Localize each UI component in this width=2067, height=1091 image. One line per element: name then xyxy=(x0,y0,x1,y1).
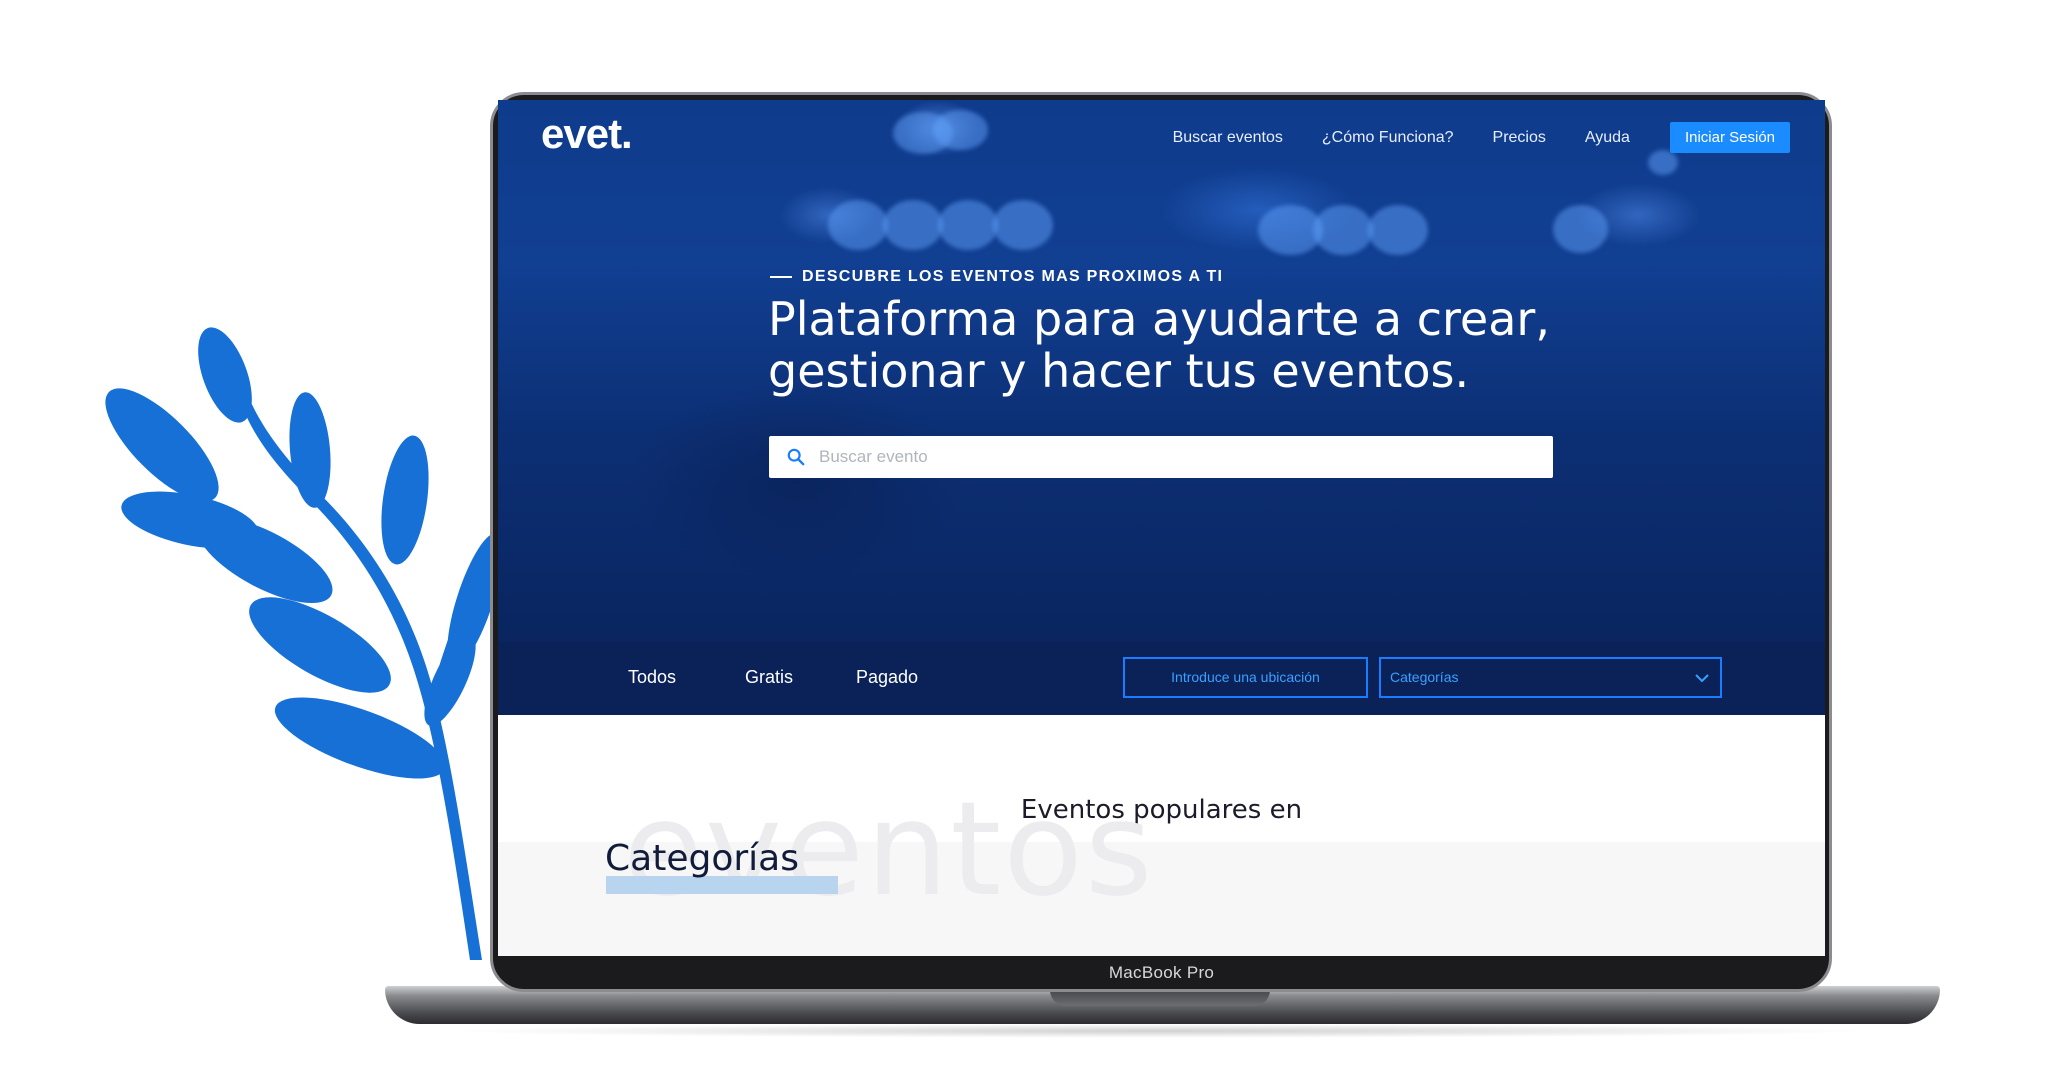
tab-gratis[interactable]: Gratis xyxy=(745,667,793,688)
bokeh-light xyxy=(828,200,888,250)
login-button[interactable]: Iniciar Sesión xyxy=(1669,122,1790,153)
bokeh-light xyxy=(1648,150,1678,175)
device-label: MacBook Pro xyxy=(1108,963,1215,982)
top-nav: Buscar eventos ¿Cómo Funciona? Precios A… xyxy=(1134,122,1790,153)
nav-buscar-eventos[interactable]: Buscar eventos xyxy=(1173,129,1283,147)
bokeh-light xyxy=(1313,205,1373,255)
search-icon xyxy=(787,448,805,466)
kicker-dash xyxy=(770,276,792,278)
headline-line-1: Plataforma para ayudarte a crear, xyxy=(768,292,1550,346)
bokeh-light xyxy=(1553,205,1608,253)
hero-headline: Plataforma para ayudarte a crear, gestio… xyxy=(768,293,1588,397)
laptop-screen: evet. Buscar eventos ¿Cómo Funciona? Pre… xyxy=(498,100,1825,956)
category-select[interactable]: Categorías xyxy=(1379,657,1722,698)
categories-title: Categorías xyxy=(605,838,799,879)
headline-line-2: gestionar y hacer tus eventos. xyxy=(768,344,1470,398)
hero-kicker: DESCUBRE LOS EVENTOS MAS PROXIMOS A TI xyxy=(770,268,1223,286)
location-button[interactable]: Introduce una ubicación xyxy=(1123,657,1368,698)
laptop-shadow xyxy=(440,1024,1880,1038)
chevron-down-icon xyxy=(1695,674,1709,683)
nav-como-funciona[interactable]: ¿Cómo Funciona? xyxy=(1322,129,1454,147)
kicker-text: DESCUBRE LOS EVENTOS MAS PROXIMOS A TI xyxy=(802,268,1224,285)
bokeh-light xyxy=(933,110,988,150)
search-input[interactable] xyxy=(817,446,1521,468)
category-select-label: Categorías xyxy=(1390,669,1459,685)
main-content: Eventos populares en eventos Categorías xyxy=(498,715,1825,956)
hero-section: evet. Buscar eventos ¿Cómo Funciona? Pre… xyxy=(498,100,1825,642)
app-logo[interactable]: evet. xyxy=(541,110,633,158)
bokeh-light xyxy=(993,200,1053,250)
nav-precios[interactable]: Precios xyxy=(1493,129,1546,147)
search-bar[interactable] xyxy=(769,436,1553,478)
bokeh-light xyxy=(1368,205,1428,255)
tab-pagado[interactable]: Pagado xyxy=(856,667,918,688)
tab-todos[interactable]: Todos xyxy=(628,667,676,688)
filter-bar: Todos Gratis Pagado Introduce una ubicac… xyxy=(498,642,1825,715)
nav-ayuda[interactable]: Ayuda xyxy=(1585,129,1630,147)
bokeh-light xyxy=(883,200,943,250)
bokeh-light xyxy=(938,200,998,250)
